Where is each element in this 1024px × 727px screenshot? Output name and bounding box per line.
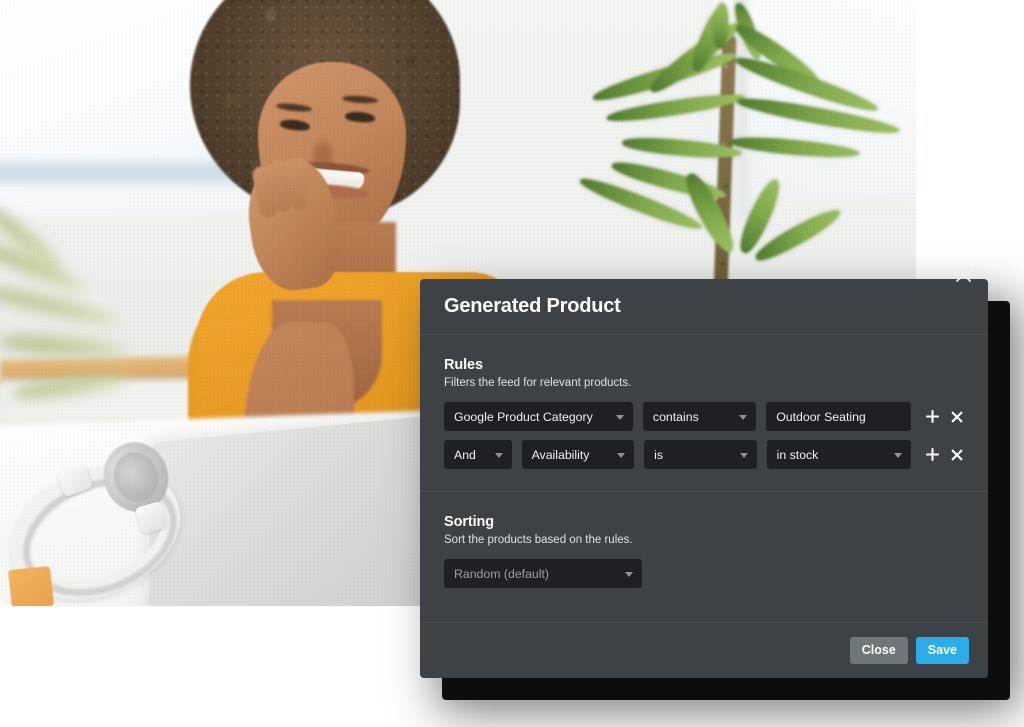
rules-heading: Rules [444, 357, 483, 373]
sorting-heading: Sorting [444, 514, 495, 530]
rule-operator-select[interactable]: is [644, 440, 757, 469]
rules-description: Filters the feed for relevant products. [444, 377, 632, 389]
rule-operator-value: is [654, 447, 663, 462]
chevron-down-icon [625, 571, 633, 577]
screenshot-root: Generated Product Rules Filters the feed… [0, 0, 1024, 727]
page-title: Generated Product [444, 295, 621, 317]
rule-conjunction-select[interactable]: And [444, 440, 512, 469]
rule-operator-select[interactable]: contains [642, 402, 757, 431]
rule-row-actions [925, 448, 964, 462]
close-button[interactable]: Close [849, 637, 908, 664]
rule-operator-value: contains [652, 409, 699, 424]
photo-plant-background [0, 199, 180, 428]
chevron-down-icon [739, 414, 748, 420]
close-icon[interactable] [950, 261, 976, 287]
close-x-icon[interactable] [950, 410, 964, 424]
rule-field-value: Availability [531, 447, 590, 462]
close-x-icon[interactable] [950, 448, 964, 462]
sorting-section: Sorting Sort the products based on the r… [420, 492, 988, 606]
rule-field-value: Google Product Category [454, 409, 593, 424]
chevron-down-icon [494, 452, 503, 458]
rule-row-actions [925, 410, 964, 424]
rule-field-select[interactable]: Google Product Category [444, 402, 633, 431]
rule-value-text: Outdoor Seating [776, 409, 866, 424]
plus-icon[interactable] [925, 410, 939, 424]
sorting-description: Sort the products based on the rules. [444, 534, 633, 546]
rule-value-select[interactable]: in stock [766, 440, 911, 469]
rule-field-select[interactable]: Availability [521, 440, 635, 469]
photo-plant-stem [713, 34, 737, 296]
modal-body: Rules Filters the feed for relevant prod… [420, 335, 988, 622]
sorting-select[interactable]: Random (default) [444, 559, 642, 588]
chevron-down-icon [739, 452, 748, 458]
rule-row: Google Product Category contains Outdoor… [444, 402, 964, 431]
chevron-down-icon [617, 452, 626, 458]
rules-section: Rules Filters the feed for relevant prod… [420, 335, 988, 492]
generated-product-modal: Generated Product Rules Filters the feed… [420, 266, 988, 678]
rule-row: And Availability is in stock [444, 440, 964, 469]
photo-plant [577, 0, 916, 296]
rule-value-input[interactable]: Outdoor Seating [766, 402, 911, 431]
rule-value-text: in stock [776, 447, 819, 462]
sorting-select-value: Random (default) [454, 566, 550, 581]
plus-icon[interactable] [925, 448, 939, 462]
rule-conjunction-value: And [454, 447, 476, 462]
photo-orange-object [8, 565, 54, 606]
modal-header: Generated Product [420, 266, 988, 335]
chevron-down-icon [615, 414, 624, 420]
modal-footer: Close Save [420, 622, 988, 678]
chevron-down-icon [894, 452, 902, 458]
save-button[interactable]: Save [915, 637, 969, 664]
